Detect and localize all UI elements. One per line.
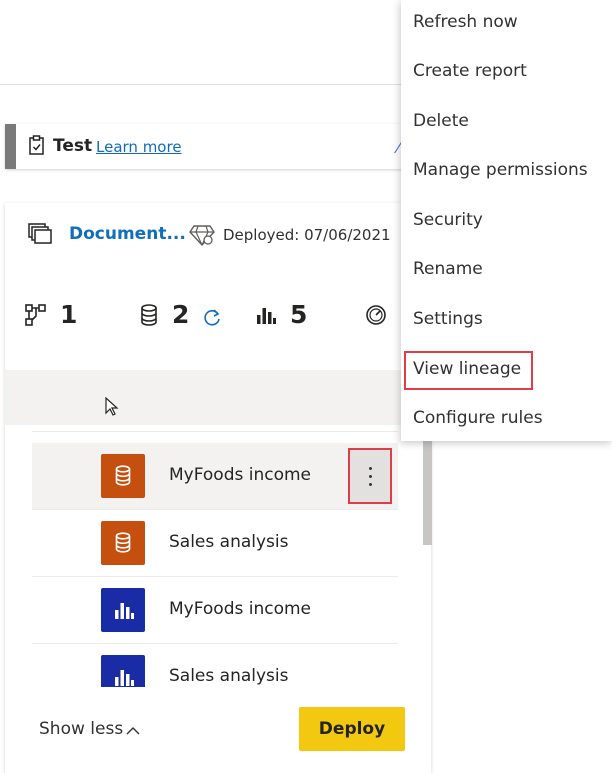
list-header: [5, 370, 431, 425]
content-stats: 1 2 5: [25, 300, 425, 330]
mouse-pointer-icon: [105, 397, 119, 416]
menu-item-security[interactable]: Security: [401, 198, 612, 247]
premium-capacity-icon: [189, 225, 215, 247]
list-scrollbar[interactable]: [423, 435, 432, 545]
datasets-count: 2: [172, 300, 190, 329]
content-list: MyFoods income Sales analysis MyFoods in…: [5, 425, 431, 687]
item-name: MyFoods income: [169, 599, 312, 619]
report-icon: [101, 588, 145, 632]
menu-item-label: Settings: [413, 309, 483, 329]
report-icon: [101, 655, 145, 687]
stage-banner: Test Learn more ⁄: [5, 124, 425, 169]
list-item[interactable]: MyFoods income: [32, 443, 398, 510]
item-name: Sales analysis: [169, 532, 289, 552]
chevron-up-icon[interactable]: [126, 726, 140, 735]
list-item[interactable]: Sales analysis: [32, 644, 398, 687]
header-divider: [0, 84, 440, 85]
workspace-name-link[interactable]: Document...: [69, 224, 186, 244]
item-name: Sales analysis: [169, 666, 289, 686]
menu-item-delete[interactable]: Delete: [401, 99, 612, 148]
clipboard-icon: [29, 135, 44, 155]
menu-item-settings[interactable]: Settings: [401, 297, 612, 346]
list-item[interactable]: MyFoods income: [32, 577, 398, 644]
list-item[interactable]: Sales analysis: [32, 510, 398, 577]
pipeline-icon: [25, 304, 46, 326]
menu-item-refresh-now[interactable]: Refresh now: [401, 0, 612, 49]
menu-item-label: Configure rules: [413, 408, 543, 428]
menu-item-label: Create report: [413, 61, 527, 81]
dataset-icon: [101, 454, 145, 498]
deployed-date: Deployed: 07/06/2021: [223, 226, 391, 244]
menu-item-view-lineage[interactable]: View lineage: [401, 351, 612, 400]
menu-item-label: View lineage: [413, 359, 522, 379]
menu-item-manage-permissions[interactable]: Manage permissions: [401, 148, 612, 197]
database-icon: [141, 304, 157, 326]
pipelines-count: 1: [60, 300, 78, 329]
menu-item-label: Rename: [413, 259, 483, 279]
reports-count: 5: [290, 300, 308, 329]
show-less-link[interactable]: Show less: [39, 719, 123, 739]
menu-item-configure-rules[interactable]: Configure rules: [401, 396, 612, 445]
menu-item-label: Refresh now: [413, 12, 518, 32]
refresh-icon[interactable]: [202, 308, 222, 328]
list-item[interactable]: [32, 425, 398, 432]
report-icon: [257, 308, 276, 324]
stage-accent-bar: [5, 124, 16, 169]
more-options-button[interactable]: [348, 448, 392, 504]
menu-item-rename[interactable]: Rename: [401, 247, 612, 296]
learn-more-link[interactable]: Learn more: [96, 138, 182, 156]
menu-item-label: Delete: [413, 111, 469, 131]
dashboard-gauge-icon: [366, 305, 386, 325]
item-name: MyFoods income: [169, 465, 312, 485]
dataset-icon: [101, 521, 145, 565]
context-menu: Refresh now Create report Delete Manage …: [401, 0, 612, 441]
deploy-button[interactable]: Deploy: [299, 707, 405, 751]
menu-item-create-report[interactable]: Create report: [401, 49, 612, 98]
menu-item-label: Security: [413, 210, 483, 230]
workspace-card: Document... Deployed: 07/06/2021 1 2 5 M…: [5, 203, 432, 773]
expand-icon[interactable]: ⁄: [397, 138, 400, 157]
menu-item-label: Manage permissions: [413, 160, 588, 180]
workspace-icon: [28, 223, 52, 244]
stage-name: Test: [53, 136, 93, 156]
